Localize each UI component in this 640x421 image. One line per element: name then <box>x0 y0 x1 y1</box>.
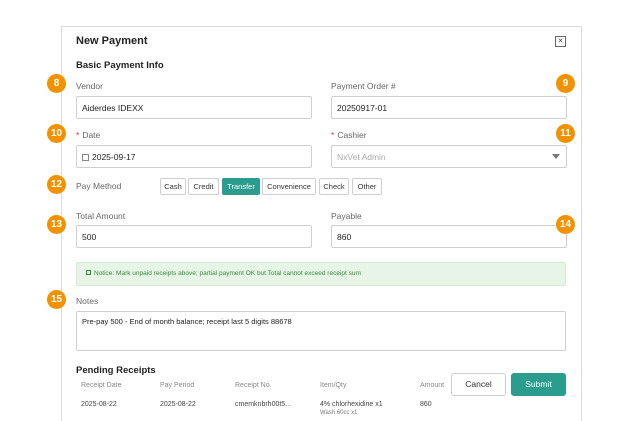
table-cell-period: 2025-08-22 <box>160 401 196 408</box>
submit-button[interactable]: Submit <box>511 373 566 396</box>
order-input[interactable]: 20250917-01 <box>331 96 567 119</box>
column-header: Pay Period <box>160 382 195 389</box>
order-label: Payment Order # <box>331 81 396 91</box>
required-marker: * <box>331 130 335 140</box>
pay-method-convenience[interactable]: Convenience <box>262 178 316 195</box>
notice-text: Notice: Mark unpaid receipts above; part… <box>94 270 361 277</box>
total-input[interactable]: 500 <box>76 225 312 248</box>
table-cell-date: 2025-08-22 <box>81 401 117 408</box>
required-marker: * <box>76 130 80 140</box>
calendar-icon <box>82 154 89 161</box>
info-icon <box>86 270 91 275</box>
cashier-value: NxVet Admin <box>337 152 386 162</box>
annotation-badge-13: 13 <box>47 215 66 234</box>
payable-label: Payable <box>331 211 362 221</box>
notes-textarea[interactable]: Pre-pay 500 - End of month balance; rece… <box>76 311 566 351</box>
section-title: Basic Payment Info <box>76 60 164 71</box>
date-value: 2025-09-17 <box>92 152 136 162</box>
cashier-label: * Cashier <box>331 130 367 140</box>
table-cell-amount: 860 <box>420 401 432 408</box>
annotation-badge-12: 12 <box>47 175 66 194</box>
date-label: * Date <box>76 130 100 140</box>
annotation-badge-8: 8 <box>47 74 66 93</box>
pay-method-label: Pay Method <box>76 181 122 191</box>
pay-method-other[interactable]: Other <box>352 178 382 195</box>
cancel-button[interactable]: Cancel <box>451 373 506 396</box>
column-header: Item/Qty <box>320 382 347 389</box>
table-cell-item: 4% chlorhexidine x1 <box>320 401 383 408</box>
notice-banner: Notice: Mark unpaid receipts above; part… <box>76 262 566 286</box>
pay-method-credit[interactable]: Credit <box>188 178 219 195</box>
annotation-badge-11: 11 <box>556 124 575 143</box>
notes-label: Notes <box>76 296 99 306</box>
column-header: Receipt No. <box>235 382 272 389</box>
date-label-text: Date <box>82 130 101 140</box>
vendor-label: Vendor <box>76 81 103 91</box>
pay-method-check[interactable]: Check <box>319 178 349 195</box>
vendor-input[interactable]: Aiderdes IDEXX <box>76 96 312 119</box>
table-cell-item-line2: Wash 60cc x1 <box>320 410 358 416</box>
pay-method-transfer[interactable]: Transfer <box>222 178 260 195</box>
annotation-badge-15: 15 <box>47 290 66 309</box>
dialog-title: New Payment <box>76 35 148 47</box>
pay-method-cash[interactable]: Cash <box>160 178 186 195</box>
close-icon[interactable]: ✕ <box>555 36 566 47</box>
total-label: Total Amount <box>76 211 126 221</box>
cashier-select[interactable]: NxVet Admin <box>331 145 567 168</box>
table-cell-receipt-no: cmemknbrh00t5... <box>235 401 292 408</box>
column-header: Receipt Date <box>81 382 122 389</box>
column-header: Amount <box>420 382 445 389</box>
chevron-down-icon <box>552 154 560 159</box>
pending-receipts-title: Pending Receipts <box>76 365 156 376</box>
annotation-badge-9: 9 <box>556 74 575 93</box>
annotation-badge-14: 14 <box>556 215 575 234</box>
payment-dialog: New Payment ✕ Basic Payment Info Vendor … <box>61 26 582 421</box>
cashier-label-text: Cashier <box>337 130 367 140</box>
payable-input[interactable]: 860 <box>331 225 567 248</box>
annotation-badge-10: 10 <box>47 124 66 143</box>
date-input[interactable]: 2025-09-17 <box>76 145 312 168</box>
